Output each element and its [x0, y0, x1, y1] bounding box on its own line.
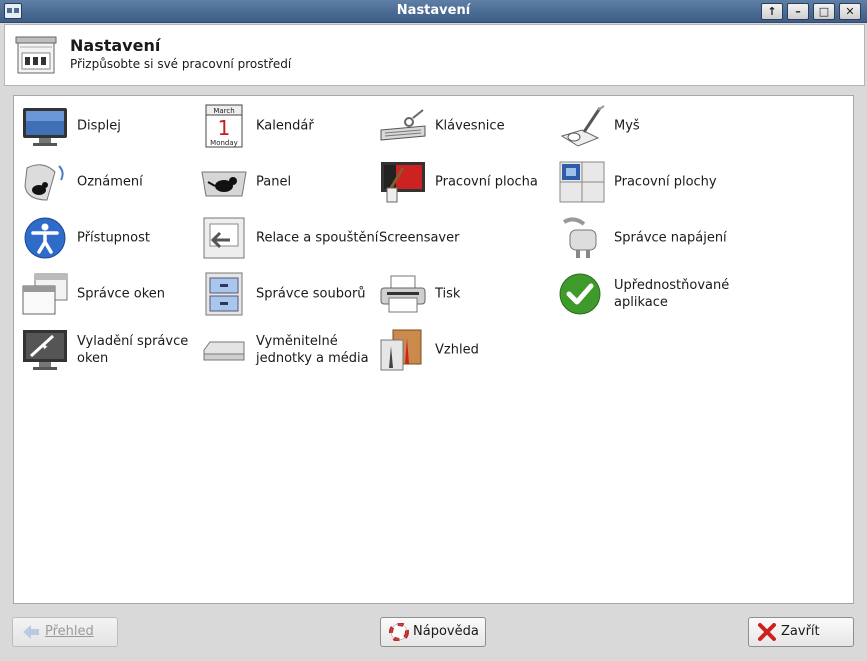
settings-pane: Displej March 1 Monday Kalendář Klávesni…: [13, 95, 854, 604]
svg-text:✦: ✦: [41, 343, 49, 353]
help-button-label: Nápověda: [413, 624, 479, 639]
settings-item-desktop[interactable]: Pracovní plocha: [379, 158, 558, 206]
help-button[interactable]: Nápověda: [380, 617, 486, 647]
settings-item-workspaces[interactable]: Pracovní plochy: [558, 158, 737, 206]
close-icon: [757, 623, 777, 641]
settings-item-label: Klávesnice: [435, 118, 505, 134]
settings-item-label: Kalendář: [256, 118, 314, 134]
settings-item-label: Screensaver: [379, 230, 460, 246]
window-manager-icon: [21, 272, 69, 316]
settings-item-removable-media[interactable]: Vyměnitelné jednotky a média: [200, 326, 379, 374]
settings-item-label: Správce souborů: [256, 286, 366, 302]
settings-item-file-manager[interactable]: Správce souborů: [200, 270, 379, 318]
overview-button-label: Přehled: [45, 624, 94, 639]
settings-item-keyboard[interactable]: Klávesnice: [379, 102, 558, 150]
calendar-icon: March 1 Monday: [200, 104, 248, 148]
lifebuoy-icon: [389, 622, 409, 642]
settings-item-mouse[interactable]: Myš: [558, 102, 737, 150]
file-manager-icon: [200, 272, 248, 316]
wm-tweaks-icon: ✦: [21, 328, 69, 372]
settings-item-appearance[interactable]: Vzhled: [379, 326, 558, 374]
power-icon: [558, 216, 606, 260]
overview-button[interactable]: Přehled: [12, 617, 118, 647]
settings-item-wm-tweaks[interactable]: ✦ Vyladění správce oken: [21, 326, 200, 374]
close-button[interactable]: Zavřít: [748, 617, 854, 647]
settings-manager-icon: [14, 33, 58, 77]
settings-item-calendar[interactable]: March 1 Monday Kalendář: [200, 102, 379, 150]
settings-item-power[interactable]: Správce napájení: [558, 214, 737, 262]
panel-icon: [200, 160, 248, 204]
dialog-header: Nastavení Přizpůsobte si své pracovní pr…: [4, 24, 865, 86]
settings-item-label: Myš: [614, 118, 640, 134]
appearance-icon: [379, 328, 427, 372]
session-icon: [200, 216, 248, 260]
settings-item-label: Pracovní plocha: [435, 174, 538, 190]
minimize-button[interactable]: –: [787, 3, 809, 20]
accessibility-icon: [21, 216, 69, 260]
settings-item-accessibility[interactable]: Přístupnost: [21, 214, 200, 262]
settings-item-label: Upřednostňované aplikace: [614, 278, 730, 310]
removable-drive-icon: [200, 328, 248, 372]
settings-item-label: Vzhled: [435, 342, 479, 358]
mouse-icon: [558, 104, 606, 148]
keyboard-icon: [379, 104, 427, 148]
settings-item-label: Displej: [77, 118, 121, 134]
settings-item-label: Přístupnost: [77, 230, 150, 246]
close-window-button[interactable]: ✕: [839, 3, 861, 20]
settings-item-printer[interactable]: Tisk: [379, 270, 558, 318]
settings-item-label: Panel: [256, 174, 292, 190]
calendar-day: 1: [218, 116, 231, 140]
settings-item-label: Tisk: [435, 286, 461, 302]
workspaces-icon: [558, 160, 606, 204]
shade-button[interactable]: ↑: [761, 3, 783, 20]
settings-item-display[interactable]: Displej: [21, 102, 200, 150]
settings-item-label: Správce napájení: [614, 230, 727, 246]
settings-item-label: Vyladění správce oken: [77, 334, 189, 366]
settings-item-notifications[interactable]: Oznámení: [21, 158, 200, 206]
settings-item-label: Vyměnitelné jednotky a média: [256, 334, 369, 366]
printer-icon: [379, 272, 427, 316]
display-icon: [21, 104, 69, 148]
calendar-weekday: Monday: [210, 139, 238, 147]
settings-item-label: Správce oken: [77, 286, 166, 302]
calendar-month: March: [213, 107, 234, 115]
settings-item-label: Oznámení: [77, 174, 143, 190]
close-button-label: Zavřít: [781, 624, 820, 639]
settings-item-panel[interactable]: Panel: [200, 158, 379, 206]
arrow-left-icon: [21, 623, 41, 641]
settings-item-label: Pracovní plochy: [614, 174, 717, 190]
settings-item-screensaver[interactable]: Screensaver: [323, 214, 502, 262]
preferred-apps-icon: [558, 272, 606, 316]
maximize-button[interactable]: □: [813, 3, 835, 20]
settings-item-window-manager[interactable]: Správce oken: [21, 270, 200, 318]
desktop-icon: [379, 160, 427, 204]
window-titlebar: Nastavení ↑ – □ ✕: [0, 0, 867, 23]
page-subtitle: Přizpůsobte si své pracovní prostředí: [70, 57, 292, 71]
notification-icon: [21, 160, 69, 204]
window-title: Nastavení: [396, 3, 471, 18]
settings-item-preferred-apps[interactable]: Upřednostňované aplikace: [558, 270, 737, 318]
page-title: Nastavení: [70, 36, 161, 55]
